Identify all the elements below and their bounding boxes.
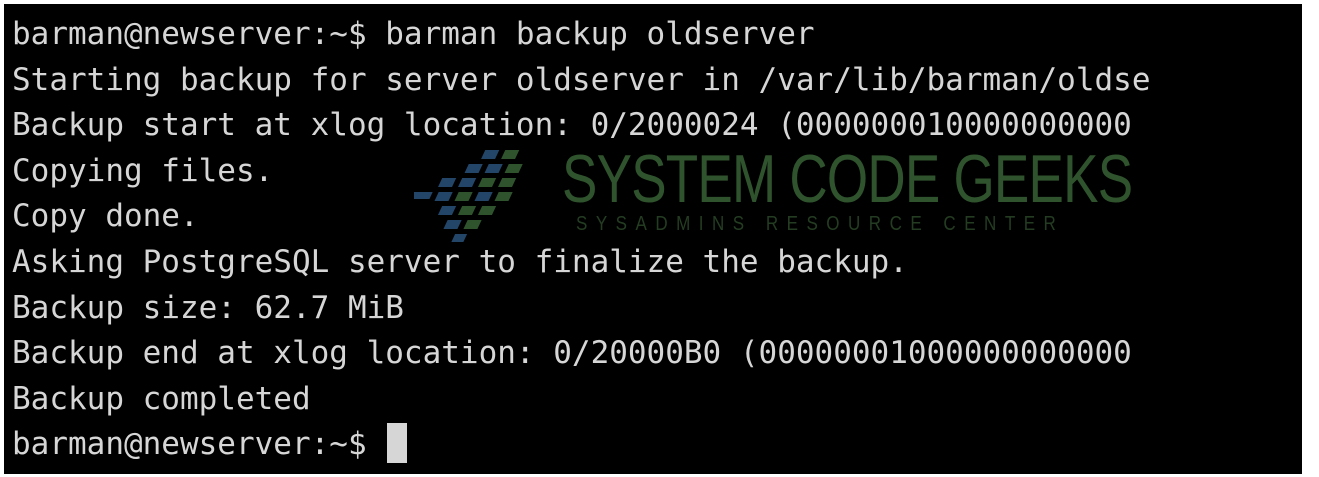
text-cursor <box>387 423 408 464</box>
output-line: Copying files. <box>12 152 274 189</box>
output-line: barman@newserver:~$ barman backup oldser… <box>12 16 815 52</box>
output-line: Asking PostgreSQL server to finalize the… <box>12 243 908 280</box>
output-line: Backup end at xlog location: 0/20000B0 (… <box>12 335 1132 372</box>
output-line: Starting backup for server oldserver in … <box>12 61 1151 98</box>
output-line: Backup completed <box>12 380 311 417</box>
terminal-output: barman@newserver:~$ barman backup oldser… <box>12 12 1302 468</box>
shell-prompt: barman@newserver:~$ <box>12 426 386 463</box>
command-prompt-line[interactable]: barman@newserver:~$ <box>12 422 1302 468</box>
output-line: Backup size: 62.7 MiB <box>12 289 404 326</box>
output-line: Copy done. <box>12 198 199 235</box>
screenshot-frame: barman@newserver:~$ barman backup oldser… <box>0 0 1319 477</box>
output-line: Backup start at xlog location: 0/2000024… <box>12 107 1132 144</box>
terminal-window[interactable]: barman@newserver:~$ barman backup oldser… <box>4 4 1302 474</box>
